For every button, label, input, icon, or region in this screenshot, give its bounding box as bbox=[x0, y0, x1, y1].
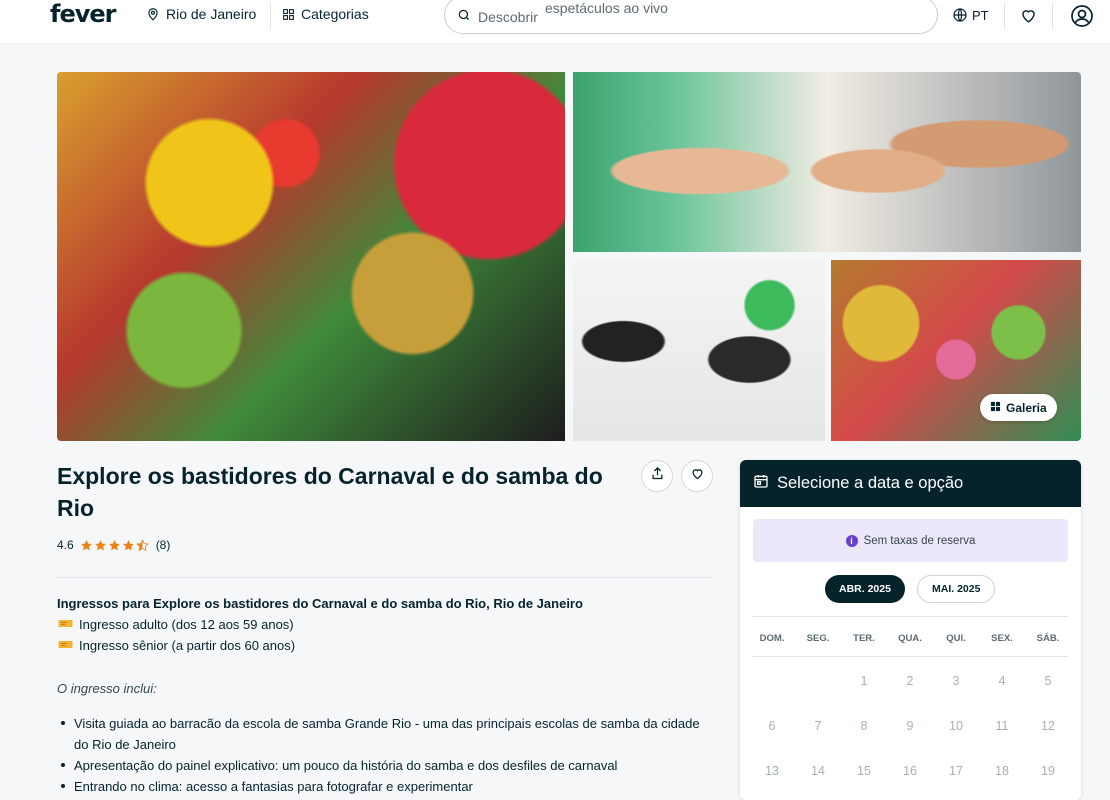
language-label: PT bbox=[972, 7, 989, 23]
calendar-day[interactable]: 1 bbox=[841, 674, 887, 688]
header-divider bbox=[1004, 2, 1005, 30]
categories-menu[interactable]: Categorias bbox=[282, 6, 369, 22]
star-icon bbox=[94, 539, 106, 550]
ticket-icon bbox=[58, 617, 73, 632]
includes-label: O ingresso inclui: bbox=[57, 681, 157, 696]
weekday-label: QUI. bbox=[946, 633, 966, 644]
star-icon bbox=[122, 539, 134, 550]
gallery-grid-icon bbox=[990, 401, 1001, 415]
rating-stars bbox=[80, 538, 149, 552]
calendar-day[interactable]: 11 bbox=[979, 719, 1025, 733]
user-account-icon[interactable] bbox=[1070, 4, 1094, 33]
gallery-photo-2[interactable] bbox=[573, 72, 1081, 252]
top-header: fever Rio de Janeiro Categorias Descobri… bbox=[0, 0, 1110, 44]
list-item: Entrando no clima: acesso a fantasias pa… bbox=[57, 776, 717, 797]
calendar-day[interactable]: 17 bbox=[933, 764, 979, 778]
calendar-day[interactable]: 16 bbox=[887, 764, 933, 778]
calendar-day[interactable]: 9 bbox=[887, 719, 933, 733]
tickets-heading: Ingressos para Explore os bastidores do … bbox=[57, 596, 583, 611]
ticket-item: Ingresso sênior (a partir dos 60 anos) bbox=[58, 638, 295, 653]
weekday-label: SEX. bbox=[991, 633, 1013, 644]
heart-icon[interactable] bbox=[1019, 6, 1038, 30]
info-icon: i bbox=[845, 534, 858, 547]
calendar-day[interactable]: 14 bbox=[795, 764, 841, 778]
half-star-icon bbox=[135, 538, 149, 551]
booking-title: Selecione a data e opção bbox=[777, 474, 964, 492]
calendar-day[interactable]: 12 bbox=[1025, 719, 1071, 733]
calendar-day[interactable]: 6 bbox=[749, 719, 795, 733]
section-divider bbox=[57, 577, 713, 578]
globe-icon bbox=[952, 7, 968, 23]
ticket-label: Ingresso adulto (dos 12 aos 59 anos) bbox=[79, 617, 294, 632]
calendar-day[interactable]: 2 bbox=[887, 674, 933, 688]
map-pin-icon bbox=[146, 7, 160, 21]
no-fees-notice: i Sem taxas de reserva bbox=[753, 519, 1068, 562]
gallery-main-photo[interactable] bbox=[57, 72, 565, 441]
location-selector[interactable]: Rio de Janeiro bbox=[146, 6, 256, 22]
weekday-label: SEG. bbox=[806, 633, 830, 644]
grid-icon bbox=[282, 8, 295, 21]
search-input[interactable]: Descobrir espetáculos ao vivo bbox=[444, 0, 938, 34]
ticket-icon bbox=[58, 638, 73, 653]
heart-icon bbox=[690, 466, 705, 486]
calendar-day[interactable]: 19 bbox=[1025, 764, 1071, 778]
event-title: Explore os bastidores do Carnaval e do s… bbox=[57, 463, 603, 521]
booking-panel-header: Selecione a data e opção bbox=[740, 460, 1081, 507]
month-tab-april[interactable]: ABR. 2025 bbox=[825, 575, 905, 603]
calendar-day[interactable]: 8 bbox=[841, 719, 887, 733]
location-label: Rio de Janeiro bbox=[166, 6, 257, 22]
share-button[interactable] bbox=[641, 460, 673, 492]
categories-label: Categorias bbox=[301, 6, 369, 22]
favorite-button[interactable] bbox=[681, 460, 713, 492]
list-item: Visita guiada ao barracão da escola de s… bbox=[57, 713, 717, 755]
calendar-day[interactable]: 18 bbox=[979, 764, 1025, 778]
calendar-divider bbox=[753, 616, 1068, 617]
share-icon bbox=[650, 466, 665, 486]
star-icon bbox=[80, 539, 92, 550]
calendar-day[interactable]: 13 bbox=[749, 764, 795, 778]
includes-list: Visita guiada ao barracão da escola de s… bbox=[57, 713, 717, 797]
rating-summary[interactable]: 4.6 (8) bbox=[57, 538, 170, 552]
fever-logo[interactable]: fever bbox=[50, 0, 116, 28]
list-item: Apresentação do painel explicativo: um p… bbox=[57, 755, 717, 776]
gallery-button-label: Galeria bbox=[1006, 400, 1047, 415]
calendar-day[interactable]: 10 bbox=[933, 719, 979, 733]
header-divider bbox=[270, 2, 271, 30]
weekday-label: QUA. bbox=[898, 633, 922, 644]
header-divider bbox=[1052, 2, 1053, 30]
calendar-day[interactable]: 4 bbox=[979, 674, 1025, 688]
calendar-day[interactable]: 3 bbox=[933, 674, 979, 688]
language-selector[interactable]: PT bbox=[952, 7, 989, 23]
weekday-label: DOM. bbox=[759, 633, 785, 644]
search-icon bbox=[457, 8, 471, 27]
gallery-button[interactable]: Galeria bbox=[980, 394, 1057, 421]
search-placeholder: Descobrir bbox=[478, 9, 538, 25]
review-count: (8) bbox=[155, 538, 171, 552]
weekday-label: SÁB. bbox=[1036, 633, 1060, 644]
search-suggestion: espetáculos ao vivo bbox=[545, 0, 668, 16]
ticket-label: Ingresso sênior (a partir dos 60 anos) bbox=[79, 638, 296, 653]
gallery-photo-3[interactable] bbox=[573, 260, 825, 441]
calendar-day[interactable]: 7 bbox=[795, 719, 841, 733]
rating-value: 4.6 bbox=[57, 538, 74, 552]
calendar-icon bbox=[753, 473, 769, 494]
weekday-label: TER. bbox=[853, 633, 875, 644]
calendar-divider bbox=[753, 656, 1068, 657]
ticket-item: Ingresso adulto (dos 12 aos 59 anos) bbox=[58, 617, 294, 632]
booking-panel: Selecione a data e opção i Sem taxas de … bbox=[740, 460, 1081, 800]
notice-text: Sem taxas de reserva bbox=[863, 534, 976, 547]
star-icon bbox=[108, 539, 120, 550]
calendar-day[interactable]: 5 bbox=[1025, 674, 1071, 688]
month-tab-may[interactable]: MAI. 2025 bbox=[917, 575, 996, 603]
calendar-day[interactable]: 15 bbox=[841, 764, 887, 778]
